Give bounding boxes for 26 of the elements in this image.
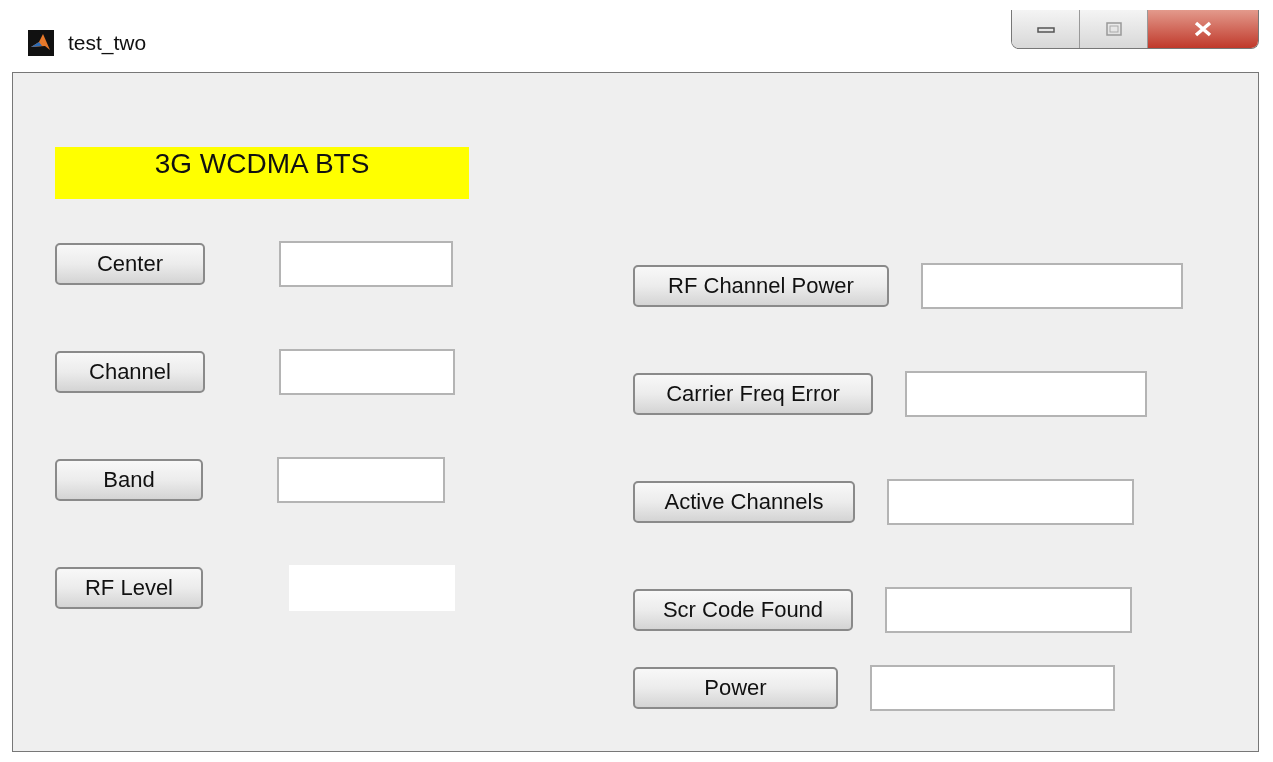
close-icon [1192, 21, 1214, 37]
push-button[interactable]: Carrier Freq Error [633, 373, 873, 415]
input-field[interactable] [279, 241, 453, 287]
input-field[interactable] [277, 457, 445, 503]
close-button[interactable] [1148, 10, 1258, 48]
maximize-button[interactable] [1080, 10, 1148, 48]
minimize-icon [1035, 24, 1056, 34]
input-field[interactable] [905, 371, 1147, 417]
push-button[interactable]: Center [55, 243, 205, 285]
minimize-button[interactable] [1012, 10, 1080, 48]
window-title: test_two [68, 30, 147, 56]
push-button[interactable]: Band [55, 459, 203, 501]
push-button[interactable]: Power [633, 667, 838, 709]
push-button[interactable]: RF Channel Power [633, 265, 889, 307]
maximize-icon [1103, 22, 1124, 36]
input-field[interactable] [279, 349, 455, 395]
input-field[interactable] [885, 587, 1132, 633]
push-button[interactable]: Channel [55, 351, 205, 393]
input-field[interactable] [921, 263, 1183, 309]
push-button[interactable]: Scr Code Found [633, 589, 853, 631]
banner-label: 3G WCDMA BTS [55, 147, 469, 199]
input-field[interactable] [887, 479, 1134, 525]
input-field[interactable] [870, 665, 1115, 711]
push-button[interactable]: Active Channels [633, 481, 855, 523]
app-icon [28, 30, 54, 56]
push-button[interactable]: RF Level [55, 567, 203, 609]
